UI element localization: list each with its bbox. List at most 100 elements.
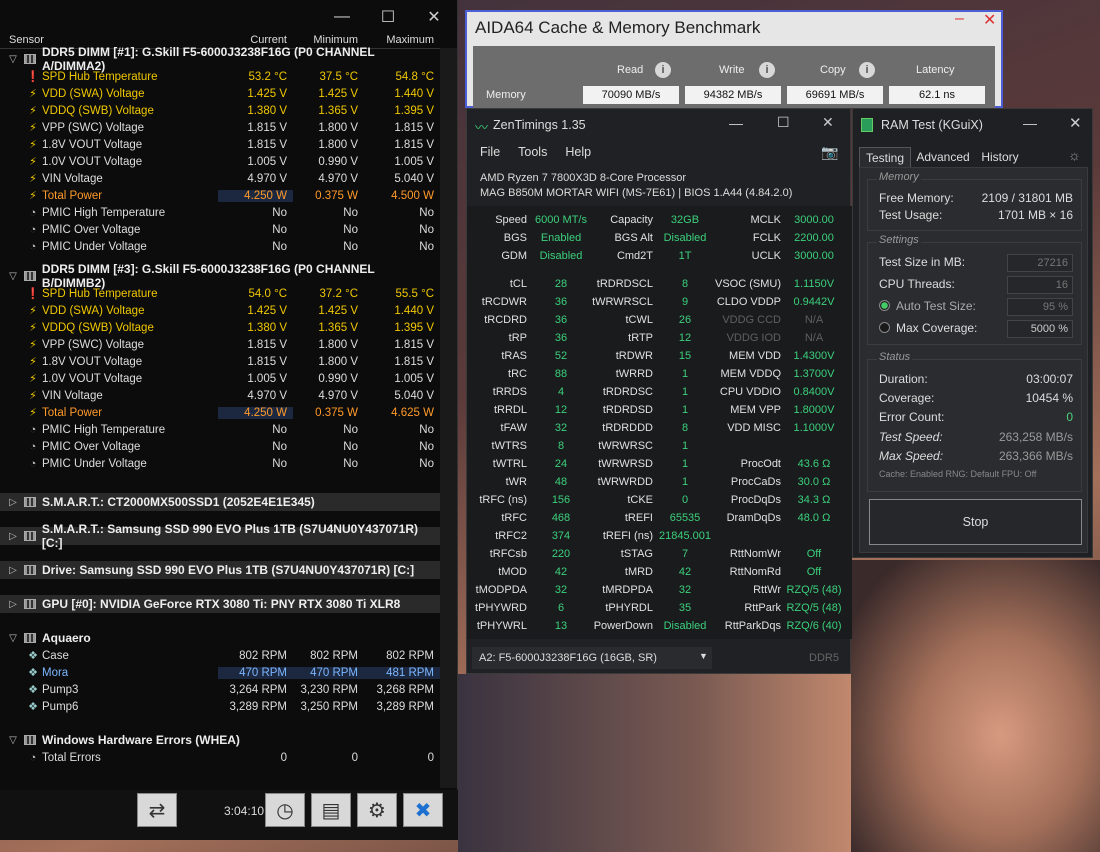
minimize-button[interactable]: – <box>955 10 964 28</box>
tab-testing[interactable]: Testing <box>859 147 911 167</box>
sensor-row[interactable]: ⚡ VDD (SWA) Voltage 1.425 V 1.425 V 1.440 V <box>0 302 440 319</box>
maximize-button[interactable]: ☐ <box>777 114 790 131</box>
minimize-button[interactable]: — <box>319 0 365 34</box>
sensor-row[interactable]: ❗ SPD Hub Temperature 53.2 °C 37.5 °C 54.8 °… <box>0 68 440 85</box>
sensor-row[interactable]: ❗ SPD Hub Temperature 54.0 °C 37.2 °C 55.5 °… <box>0 285 440 302</box>
sensor-group-header[interactable]: ▽ DDR5 DIMM [#3]: G.Skill F5-6000J3238F16… <box>0 262 440 290</box>
sensor-row[interactable]: ◔ PMIC Under Voltage No No No <box>0 455 440 472</box>
timings-grid: Speed 6000 MT/s Capacity 32GB MCLK 3000.00 BGS… <box>467 206 852 639</box>
sensor-row[interactable]: ⚡ 1.8V VOUT Voltage 1.815 V 1.800 V 1.815 V <box>0 353 440 370</box>
sensor-group-header[interactable]: ▽ DDR5 DIMM [#1]: G.Skill F5-6000J3238F16… <box>0 45 440 73</box>
sensor-minimum-value: 3,230 RPM <box>300 683 358 696</box>
timing-label: MEM VPP <box>730 404 781 416</box>
sensor-row[interactable]: ⚡ VDDQ (SWB) Voltage 1.380 V 1.365 V 1.395 V <box>0 319 440 336</box>
sensor-row[interactable]: ⚡ 1.0V VOUT Voltage 1.005 V 0.990 V 1.005 V <box>0 370 440 387</box>
sensor-group-title: Aquaero <box>42 631 91 645</box>
auto-test-size-input[interactable]: 95 % <box>1007 298 1073 316</box>
chevron-right-icon[interactable]: ▷ <box>6 531 20 542</box>
sensor-row[interactable]: ◔ PMIC Over Voltage No No No <box>0 438 440 455</box>
sensor-row[interactable]: ◔ PMIC High Temperature No No No <box>0 421 440 438</box>
sensor-row[interactable]: ⚡ VDDQ (SWB) Voltage 1.380 V 1.365 V 1.395 V <box>0 102 440 119</box>
stop-button[interactable]: Stop <box>869 499 1082 545</box>
sensor-row[interactable]: ⚡ VPP (SWC) Voltage 1.815 V 1.800 V 1.815 V <box>0 336 440 353</box>
chevron-right-icon[interactable]: ▷ <box>6 497 20 508</box>
sensor-row[interactable]: ⚡ 1.8V VOUT Voltage 1.815 V 1.800 V 1.815 V <box>0 136 440 153</box>
minimize-button[interactable]: — <box>1023 115 1037 131</box>
menu-help[interactable]: Help <box>565 145 591 159</box>
sensor-row[interactable]: ❖ Case 802 RPM 802 RPM 802 RPM <box>0 647 440 664</box>
gear-icon[interactable]: ⚙ <box>357 793 397 827</box>
sensor-row[interactable]: ❖ Mora 470 RPM 470 RPM 481 RPM <box>0 664 440 681</box>
sensor-name-cell: ⚡ VDD (SWA) Voltage <box>0 304 218 318</box>
voltage-icon: ⚡ <box>29 373 37 385</box>
sensor-row[interactable]: ⚡ VDD (SWA) Voltage 1.425 V 1.425 V 1.440 V <box>0 85 440 102</box>
auto-test-size-label: Auto Test Size: <box>896 299 976 313</box>
network-icon[interactable]: ⇄ <box>137 793 177 827</box>
timing-value: 36 <box>554 332 568 344</box>
chevron-down-icon[interactable]: ▽ <box>6 633 20 644</box>
chevron-right-icon[interactable]: ▷ <box>6 599 20 610</box>
minimize-button[interactable]: — <box>729 115 743 131</box>
menu-tools[interactable]: Tools <box>518 145 547 159</box>
sensor-group-header[interactable]: ▽ Windows Hardware Errors (WHEA) <box>0 731 440 749</box>
chevron-right-icon[interactable]: ▷ <box>6 565 20 576</box>
copy-info-icon[interactable]: i <box>859 62 875 78</box>
write-info-icon[interactable]: i <box>759 62 775 78</box>
cpu-threads-input[interactable]: 16 <box>1007 276 1073 294</box>
fan-icon: ❖ <box>28 667 38 679</box>
maximize-button[interactable]: ☐ <box>365 0 411 34</box>
timing-value: 13 <box>554 620 568 632</box>
close-button[interactable]: ✕ <box>983 10 996 30</box>
sensor-group-header[interactable]: ▷ GPU [#0]: NVIDIA GeForce RTX 3080 Ti: P… <box>0 595 440 613</box>
sensor-row[interactable]: ⚡ Total Power 4.250 W 0.375 W 4.625 W <box>0 404 440 421</box>
sensor-current-value: 4.970 V <box>247 389 287 402</box>
sensor-maximum-value: 1.395 V <box>394 104 434 117</box>
sensor-row[interactable]: ◔ PMIC Over Voltage No No No <box>0 221 440 238</box>
timing-label: Cmd2T <box>616 250 653 262</box>
sensor-row[interactable]: ◔ Total Errors 0 0 0 <box>0 749 440 766</box>
sensor-maximum-value: 3,268 RPM <box>376 683 434 696</box>
max-coverage-input[interactable]: 5000 % <box>1007 320 1073 338</box>
close-button[interactable]: ✕ <box>411 0 457 34</box>
timing-label: MEM VDDQ <box>720 368 782 380</box>
sensor-minimum-value: 3,250 RPM <box>300 700 358 713</box>
close-icon[interactable]: ✖ <box>403 793 443 827</box>
sensor-group-header[interactable]: ▷ Drive: Samsung SSD 990 EVO Plus 1TB (S7… <box>0 561 440 579</box>
chevron-down-icon[interactable]: ▽ <box>6 735 20 746</box>
sensor-scrollbar[interactable] <box>440 48 457 788</box>
timing-label: tMRD <box>624 566 653 578</box>
sensor-group-header[interactable]: ▽ Aquaero <box>0 629 440 647</box>
test-size-input[interactable]: 27216 <box>1007 254 1073 272</box>
sensor-name: VPP (SWC) Voltage <box>42 121 145 134</box>
dimm-selector[interactable]: A2: F5-6000J3238F16G (16GB, SR) ▼ <box>472 647 712 669</box>
camera-icon[interactable]: 📷 <box>821 144 838 161</box>
tab-history[interactable]: History <box>977 147 1023 167</box>
auto-test-size-radio[interactable] <box>879 300 890 311</box>
sensor-row[interactable]: ⚡ VIN Voltage 4.970 V 4.970 V 5.040 V <box>0 387 440 404</box>
sensor-row[interactable]: ⚡ VIN Voltage 4.970 V 4.970 V 5.040 V <box>0 170 440 187</box>
read-info-icon[interactable]: i <box>655 62 671 78</box>
chevron-down-icon[interactable]: ▽ <box>6 271 20 282</box>
sensor-current-value: No <box>272 440 287 453</box>
sensor-row[interactable]: ◔ PMIC High Temperature No No No <box>0 204 440 221</box>
menu-file[interactable]: File <box>480 145 500 159</box>
clock-icon[interactable]: ◷ <box>265 793 305 827</box>
close-button[interactable]: ✕ <box>1069 114 1082 132</box>
sensor-row[interactable]: ❖ Pump6 3,289 RPM 3,250 RPM 3,289 RPM <box>0 698 440 715</box>
settings-icon[interactable]: ☼ <box>1068 147 1081 163</box>
sensor-row[interactable]: ◔ PMIC Under Voltage No No No <box>0 238 440 255</box>
sensor-minimum-value: 1.800 V <box>318 121 358 134</box>
sensor-row[interactable]: ❖ Pump3 3,264 RPM 3,230 RPM 3,268 RPM <box>0 681 440 698</box>
sensor-group-header[interactable]: ▷ S.M.A.R.T.: CT2000MX500SSD1 (2052E4E1E3… <box>0 493 440 511</box>
sensor-row[interactable]: ⚡ VPP (SWC) Voltage 1.815 V 1.800 V 1.815 V <box>0 119 440 136</box>
sensor-name-cell: ❗ SPD Hub Temperature <box>0 70 218 84</box>
sensor-row[interactable]: ⚡ Total Power 4.250 W 0.375 W 4.500 W <box>0 187 440 204</box>
chevron-down-icon[interactable]: ▽ <box>6 54 20 65</box>
cpu-threads-label: CPU Threads: <box>879 277 955 291</box>
sensor-group-header[interactable]: ▷ S.M.A.R.T.: Samsung SSD 990 EVO Plus 1T… <box>0 522 440 550</box>
sensor-row[interactable]: ⚡ 1.0V VOUT Voltage 1.005 V 0.990 V 1.005 V <box>0 153 440 170</box>
log-file-icon[interactable]: ▤ <box>311 793 351 827</box>
max-coverage-radio[interactable] <box>879 322 890 333</box>
tab-advanced[interactable]: Advanced <box>913 147 973 167</box>
close-button[interactable]: ✕ <box>822 114 834 131</box>
